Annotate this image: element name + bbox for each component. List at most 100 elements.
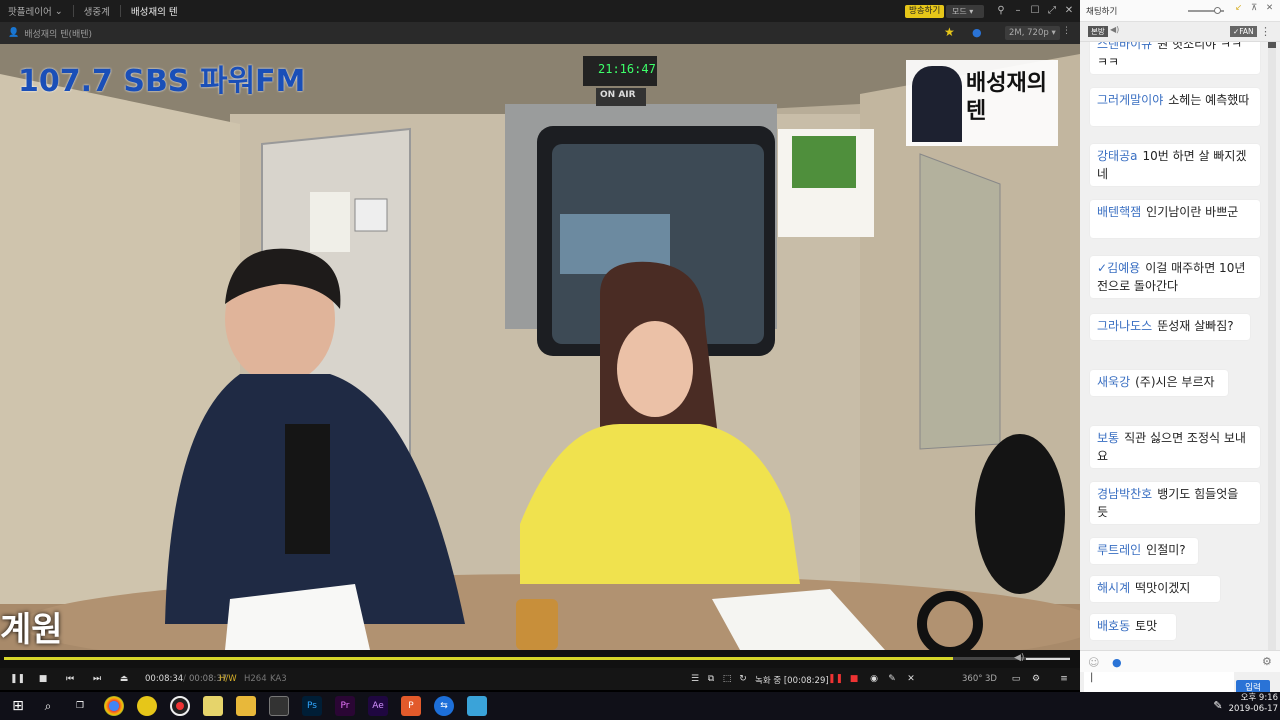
screen-icon[interactable]: ▭ <box>1010 673 1022 685</box>
3d-button[interactable]: 3D <box>985 674 997 684</box>
eject-icon[interactable]: ⏏ <box>118 673 130 685</box>
close-icon[interactable]: ✕ <box>1062 4 1076 18</box>
quality-select[interactable]: 2M, 720p ▾ <box>1005 26 1060 40</box>
chat-nickname[interactable]: 배텐핵잼 <box>1097 205 1141 219</box>
volume-slider[interactable] <box>1026 658 1070 660</box>
capture-icon[interactable]: ⬚ <box>721 673 733 685</box>
record-app-icon[interactable] <box>170 696 190 716</box>
system-clock[interactable]: 오후 9:16 2019-06-17 <box>1222 693 1278 715</box>
more-icon[interactable]: ⋮ <box>1062 26 1071 36</box>
star-icon[interactable]: ★ <box>944 25 955 39</box>
potplayer-icon[interactable] <box>137 696 157 716</box>
chat-text: 소헤는 예측했따 <box>1168 93 1250 107</box>
sticker-icon[interactable]: ● <box>1112 656 1122 669</box>
pin-icon[interactable]: ↙ <box>1235 3 1242 13</box>
speaker-icon[interactable]: ◀) <box>1110 25 1119 34</box>
search-icon[interactable]: ⌕ <box>38 696 58 716</box>
file-explorer-icon[interactable] <box>236 696 256 716</box>
volume-icon[interactable]: ◀) <box>1014 653 1024 663</box>
stop-record-icon[interactable]: ■ <box>848 673 860 685</box>
pin-icon[interactable]: ⚲ <box>994 4 1008 18</box>
main-broadcast-tab[interactable]: 본방 <box>1088 26 1108 37</box>
chat-nickname[interactable]: 그러게말이야 <box>1097 93 1163 107</box>
divider <box>72 5 74 17</box>
camera-icon[interactable]: ◉ <box>868 673 880 685</box>
settings-icon[interactable]: ⚙ <box>1262 655 1272 668</box>
seek-bar[interactable]: ◀) <box>0 650 1080 668</box>
chat-nickname[interactable]: 강태공a <box>1097 149 1137 163</box>
chat-message-list[interactable]: 스텐바이큐 뭔 헛소리야 ㅋㅋㅋㅋ 그러게말이야 소헤는 예측했따 강태공a 10번 하면… <box>1080 42 1270 650</box>
task-view-icon[interactable]: ❐ <box>70 696 90 716</box>
slider-knob[interactable] <box>1214 7 1221 14</box>
premiere-icon[interactable]: Pr <box>335 696 355 716</box>
emoji-icon[interactable]: ☺ <box>1088 656 1099 669</box>
sticky-notes-icon[interactable] <box>203 696 223 716</box>
chat-bubble-icon[interactable]: ● <box>972 26 982 39</box>
broadcast-button[interactable]: 방송하기 <box>905 5 945 18</box>
seek-track[interactable] <box>4 657 1070 660</box>
chat-message: 경남박찬호 뱅기도 힘들엇을 듯 <box>1090 482 1260 524</box>
chat-nickname[interactable]: 배호동 <box>1097 619 1130 633</box>
settings-icon[interactable]: ⚙ <box>1030 673 1042 685</box>
fullscreen-icon[interactable]: ⤢ <box>1045 4 1059 18</box>
tab-live[interactable]: 생중계 <box>84 4 110 18</box>
pdf-icon[interactable]: P <box>401 696 421 716</box>
loop-icon[interactable]: ↻ <box>737 673 749 685</box>
pause-record-icon[interactable]: ❚❚ <box>828 673 843 685</box>
maximize-icon[interactable]: ☐ <box>1028 4 1042 18</box>
fan-badge[interactable]: ✓FAN <box>1230 26 1257 37</box>
windows-start-icon[interactable]: ⊞ <box>8 696 28 716</box>
close-icon[interactable]: ✕ <box>1266 3 1273 13</box>
teamviewer-icon[interactable]: ⇆ <box>434 696 454 716</box>
chat-message: 배호동 토맛 <box>1090 614 1176 640</box>
pen-icon[interactable]: ✎ <box>886 673 898 685</box>
close-record-icon[interactable]: ✕ <box>905 673 917 685</box>
chat-nickname[interactable]: 김예용 <box>1107 261 1140 275</box>
terminal-icon[interactable] <box>269 696 289 716</box>
restore-icon[interactable]: ⊼ <box>1251 3 1257 13</box>
chat-nickname[interactable]: 경남박찬호 <box>1097 487 1152 501</box>
tab-live-label: 생중계 <box>83 7 110 18</box>
mode-select-label: 모드 <box>952 7 967 16</box>
chat-nickname[interactable]: 보통 <box>1097 431 1119 445</box>
chat-message: 그라나도스 뚠성재 살빠짐? <box>1090 314 1250 340</box>
mode-select[interactable]: 모드 ▾ <box>946 5 984 18</box>
chat-input[interactable]: | <box>1084 672 1234 692</box>
app-menu[interactable]: 팟플레이어 ⌄ <box>8 4 63 19</box>
chat-text: (주)시은 부르자 <box>1135 375 1215 389</box>
chrome-icon[interactable] <box>104 696 124 716</box>
pause-icon[interactable]: ❚❚ <box>10 673 25 685</box>
vr-360-button[interactable]: 360° <box>962 674 982 684</box>
minimize-icon[interactable]: – <box>1011 4 1025 18</box>
next-icon[interactable]: ⏭ <box>91 673 103 685</box>
onair-sign: ON AIR <box>600 90 636 100</box>
studio-clock: 21:16:47 <box>598 62 656 76</box>
photoshop-icon[interactable]: Ps <box>302 696 322 716</box>
app-icon[interactable] <box>467 696 487 716</box>
menu-icon[interactable]: ≡ <box>1058 673 1070 685</box>
chat-nickname[interactable]: 루트레인 <box>1097 543 1141 557</box>
chat-scrollbar[interactable] <box>1268 42 1276 650</box>
chat-nickname[interactable]: 해시계 <box>1097 581 1130 595</box>
previous-icon[interactable]: ⏮ <box>64 673 76 685</box>
chat-text: 뚠성재 살빠짐? <box>1157 319 1234 333</box>
verified-check-icon: ✓ <box>1097 261 1108 275</box>
chat-nickname[interactable]: 스텐바이큐 <box>1097 42 1152 51</box>
playlist-icon[interactable]: ☰ <box>689 673 701 685</box>
tab-show-title[interactable]: 배성재의 텐 <box>131 4 178 18</box>
codec-label: H264 <box>244 674 267 684</box>
channel-info-bar: 👤 배성재의 텐(배텐) ★ ● 2M, 720p ▾ ⋮ <box>0 22 1080 44</box>
chat-text: 직관 싫으면 조정식 보내요 <box>1097 431 1246 463</box>
more-icon[interactable]: ⋮ <box>1260 25 1271 38</box>
video-frame[interactable]: 107.7 SBS 파워FM 21:16:47 ON AIR 배성재의 텐 계원 <box>0 44 1080 650</box>
chat-message: ✓김예용 이걸 매주하면 10년전으로 돌아간다 <box>1090 256 1260 298</box>
chat-header: 채팅하기 ↙ ⊼ ✕ <box>1080 0 1280 22</box>
chat-nickname[interactable]: 새욱강 <box>1097 375 1130 389</box>
chat-panel: 채팅하기 ↙ ⊼ ✕ 본방 ◀) ✓FAN ⋮ 스텐바이큐 뭔 헛소리야 ㅋㅋㅋㅋ… <box>1080 0 1280 700</box>
after-effects-icon[interactable]: Ae <box>368 696 388 716</box>
chat-title: 채팅하기 <box>1086 7 1118 17</box>
stop-icon[interactable]: ■ <box>37 673 49 685</box>
chat-nickname[interactable]: 그라나도스 <box>1097 319 1152 333</box>
scroll-up-arrow[interactable] <box>1268 42 1276 48</box>
copy-icon[interactable]: ⧉ <box>705 673 717 685</box>
